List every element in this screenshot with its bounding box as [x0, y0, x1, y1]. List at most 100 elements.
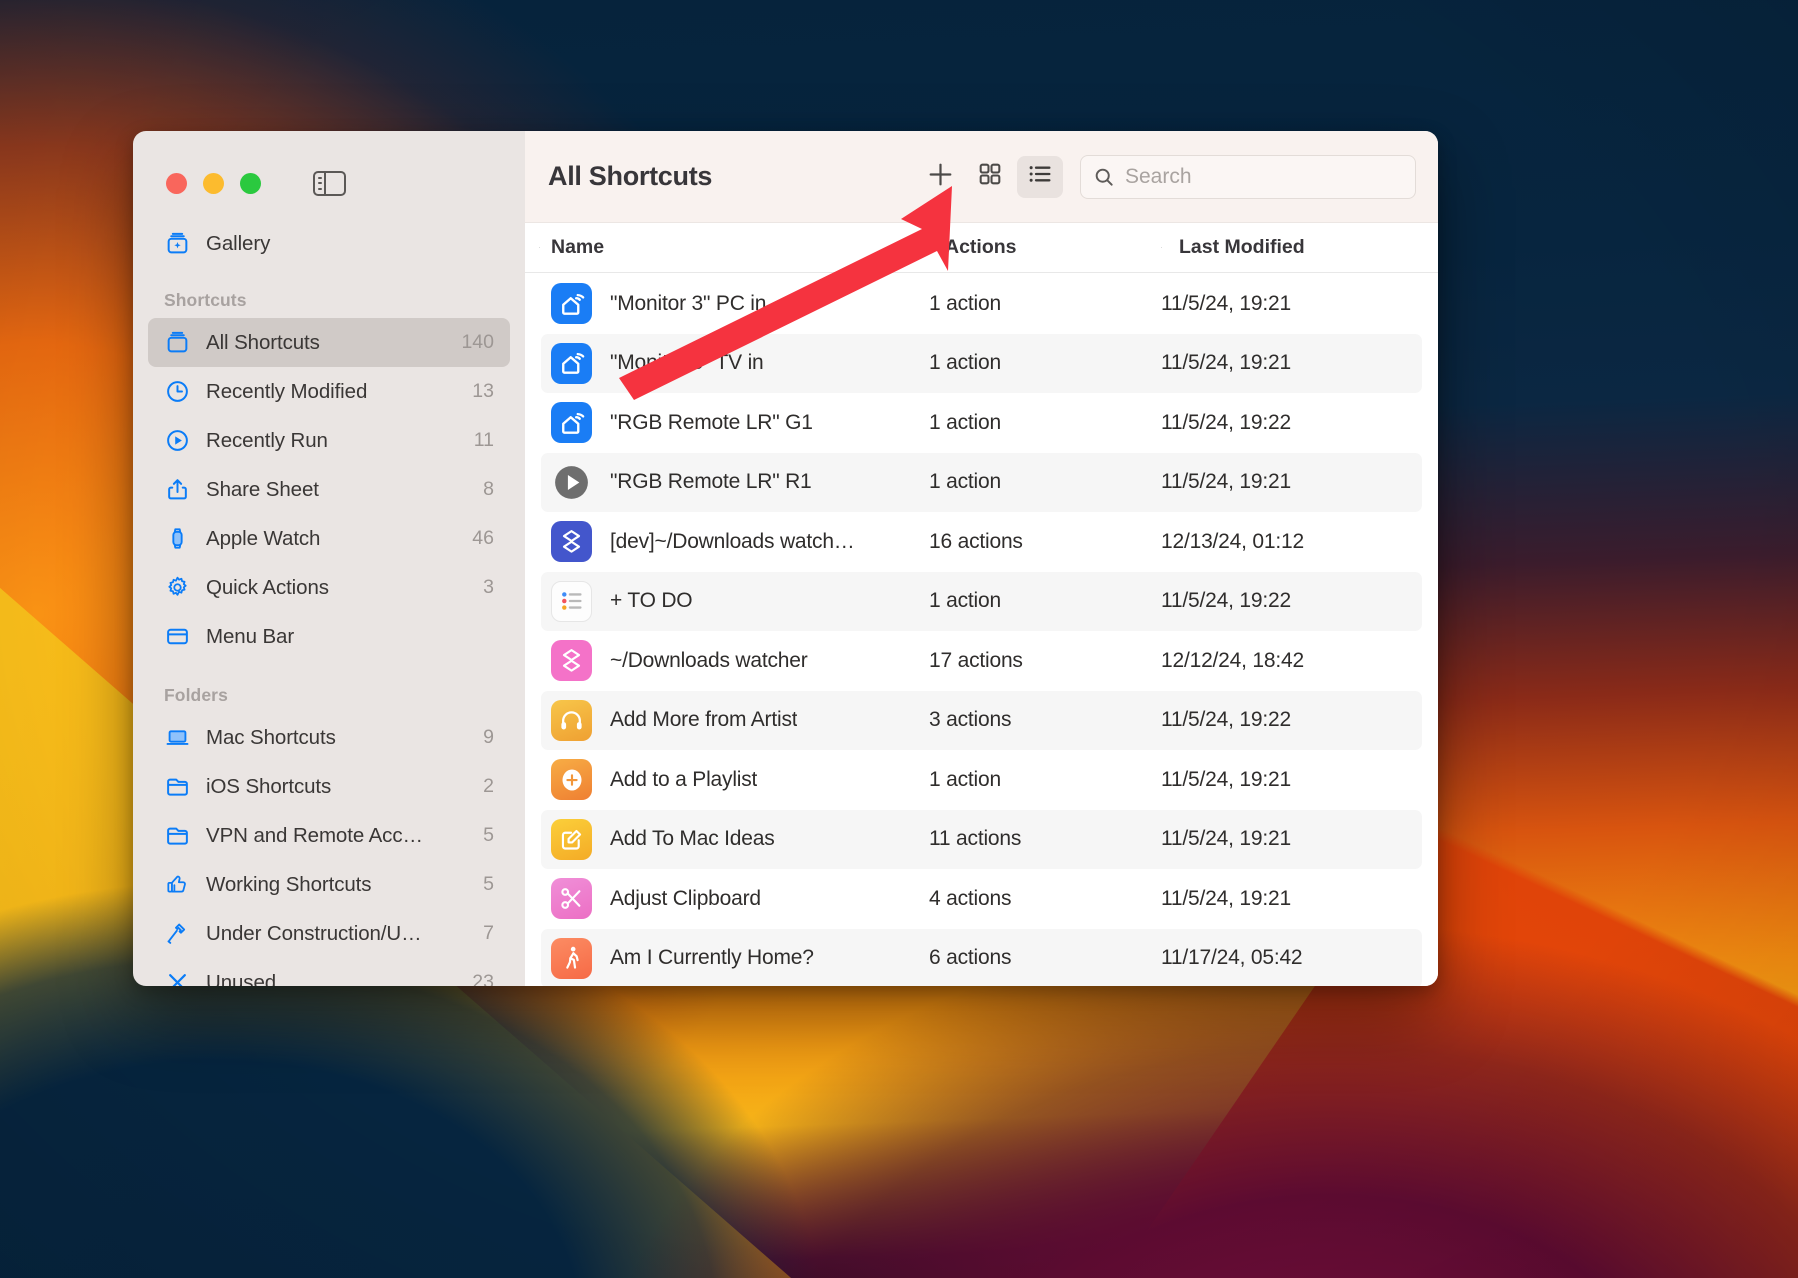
row-actions: 1 action	[929, 768, 1001, 791]
list-view-button[interactable]	[1017, 156, 1063, 198]
sidebar-item-mac-shortcuts[interactable]: Mac Shortcuts 9	[148, 713, 510, 762]
row-actions: 1 action	[929, 470, 1001, 493]
sidebar-item-label: Recently Run	[206, 429, 450, 453]
sidebar-item-unused[interactable]: Unused 23	[148, 958, 510, 986]
row-actions: 3 actions	[929, 708, 1011, 731]
x-mark-icon	[164, 970, 190, 987]
home-icon	[551, 283, 592, 324]
row-name: "RGB Remote LR" G1	[610, 411, 813, 435]
row-name-cell: Add More from Artist	[541, 700, 929, 741]
grid-view-button[interactable]	[967, 156, 1013, 198]
sidebar-item-count: 46	[472, 527, 494, 550]
row-name-cell: Am I Currently Home?	[541, 938, 929, 979]
headphones-icon	[551, 700, 592, 741]
table-row[interactable]: "Monitor 3" TV in 1 action 11/5/24, 19:2…	[541, 334, 1422, 394]
sidebar-item-ios-shortcuts[interactable]: iOS Shortcuts 2	[148, 762, 510, 811]
table-row[interactable]: "Monitor 3" PC in 1 action 11/5/24, 19:2…	[541, 274, 1422, 334]
grid-view-icon	[977, 161, 1003, 192]
sidebar-toggle-dash	[318, 182, 322, 184]
row-modified: 11/5/24, 19:21	[1161, 470, 1291, 493]
sidebar-item-gallery[interactable]: Gallery	[148, 219, 510, 268]
sidebar-item-vpn-and-remote-access[interactable]: VPN and Remote Acc… 5	[148, 811, 510, 860]
sidebar-item-label: Working Shortcuts	[206, 873, 459, 897]
automation-icon	[551, 521, 592, 562]
row-name-cell: [dev]~/Downloads watch…	[541, 521, 929, 562]
sidebar-toggle-dash	[318, 188, 322, 190]
column-header-actions[interactable]: Actions	[929, 236, 1161, 259]
sidebar-item-menu-bar[interactable]: Menu Bar	[148, 612, 510, 661]
sidebar-item-working-shortcuts[interactable]: Working Shortcuts 5	[148, 860, 510, 909]
menu-bar-icon	[164, 624, 190, 650]
minimize-button[interactable]	[203, 173, 224, 194]
search-field[interactable]	[1080, 155, 1416, 199]
page-title: All Shortcuts	[548, 161, 712, 192]
gallery-icon	[164, 231, 190, 257]
row-modified-cell: 12/12/24, 18:42	[1161, 649, 1422, 673]
table-row[interactable]: Add More from Artist 3 actions 11/5/24, …	[541, 691, 1422, 751]
sidebar-item-label: Menu Bar	[206, 625, 470, 649]
row-name: ~/Downloads watcher	[610, 649, 808, 673]
row-actions-cell: 16 actions	[929, 530, 1161, 554]
row-actions-cell: 3 actions	[929, 708, 1161, 732]
table-row[interactable]: Adjust Clipboard 4 actions 11/5/24, 19:2…	[541, 869, 1422, 929]
table-row[interactable]: "RGB Remote LR" G1 1 action 11/5/24, 19:…	[541, 393, 1422, 453]
table-row[interactable]: ~/Downloads watcher 17 actions 12/12/24,…	[541, 631, 1422, 691]
row-actions: 6 actions	[929, 946, 1011, 969]
sidebar-toggle-dash	[318, 177, 322, 179]
table-row[interactable]: Add to a Playlist 1 action 11/5/24, 19:2…	[541, 750, 1422, 810]
laptop-icon	[164, 725, 190, 751]
row-name-cell: "RGB Remote LR" G1	[541, 402, 929, 443]
search-input[interactable]	[1125, 165, 1403, 189]
table-header-row: Name Actions Last Modified	[525, 223, 1438, 273]
sidebar-item-count: 5	[483, 824, 494, 847]
plus-circle-icon	[551, 759, 592, 800]
sidebar-item-label: All Shortcuts	[206, 331, 437, 355]
table-row[interactable]: [dev]~/Downloads watch… 16 actions 12/13…	[541, 512, 1422, 572]
row-name: "Monitor 3" TV in	[610, 351, 764, 375]
sidebar-item-count: 8	[483, 478, 494, 501]
add-shortcut-button[interactable]	[917, 156, 963, 198]
row-actions-cell: 4 actions	[929, 887, 1161, 911]
row-actions: 4 actions	[929, 887, 1011, 910]
plus-icon	[925, 159, 956, 195]
close-button[interactable]	[166, 173, 187, 194]
sidebar-section-header: Shortcuts	[148, 290, 510, 311]
sidebar-item-label: Apple Watch	[206, 527, 448, 551]
row-name: Add To Mac Ideas	[610, 827, 775, 851]
row-actions: 1 action	[929, 411, 1001, 434]
table-row[interactable]: Add To Mac Ideas 11 actions 11/5/24, 19:…	[541, 810, 1422, 870]
row-modified-cell: 12/13/24, 01:12	[1161, 530, 1422, 554]
row-actions-cell: 1 action	[929, 351, 1161, 375]
sidebar-item-label: Mac Shortcuts	[206, 726, 459, 750]
column-header-last-modified[interactable]: Last Modified	[1161, 236, 1438, 259]
zoom-button[interactable]	[240, 173, 261, 194]
sidebar-item-recently-modified[interactable]: Recently Modified 13	[148, 367, 510, 416]
compose-icon	[551, 819, 592, 860]
sidebar-item-count: 5	[483, 873, 494, 896]
table-row[interactable]: Am I Currently Home? 6 actions 11/17/24,…	[541, 929, 1422, 987]
sidebar-item-quick-actions[interactable]: Quick Actions 3	[148, 563, 510, 612]
sidebar-item-count: 140	[461, 331, 494, 354]
sidebar-item-share-sheet[interactable]: Share Sheet 8	[148, 465, 510, 514]
sidebar-item-all-shortcuts[interactable]: All Shortcuts 140	[148, 318, 510, 367]
table-row[interactable]: "RGB Remote LR" R1 1 action 11/5/24, 19:…	[541, 453, 1422, 513]
sidebar-item-label: Gallery	[206, 232, 470, 256]
sidebar-item-label: Recently Modified	[206, 380, 448, 404]
sidebar-toggle-icon[interactable]	[313, 171, 346, 196]
table-row[interactable]: + TO DO 1 action 11/5/24, 19:22	[541, 572, 1422, 632]
row-modified-cell: 11/5/24, 19:21	[1161, 292, 1422, 316]
row-actions-cell: 1 action	[929, 768, 1161, 792]
column-header-name[interactable]: Name	[525, 236, 929, 259]
row-modified: 11/5/24, 19:21	[1161, 292, 1291, 315]
chevron-up-icon	[898, 236, 915, 259]
sidebar-list: Gallery Shortcuts All Shortcuts 140	[133, 219, 525, 986]
sidebar-item-under-construction[interactable]: Under Construction/U… 7	[148, 909, 510, 958]
row-modified-cell: 11/5/24, 19:21	[1161, 827, 1422, 851]
row-actions: 11 actions	[929, 827, 1021, 850]
sidebar-item-apple-watch[interactable]: Apple Watch 46	[148, 514, 510, 563]
toolbar: All Shortcuts	[525, 131, 1438, 223]
column-header-last-modified-label: Last Modified	[1179, 236, 1305, 259]
folder-icon	[164, 774, 190, 800]
play-circle-icon	[164, 428, 190, 454]
sidebar-item-recently-run[interactable]: Recently Run 11	[148, 416, 510, 465]
